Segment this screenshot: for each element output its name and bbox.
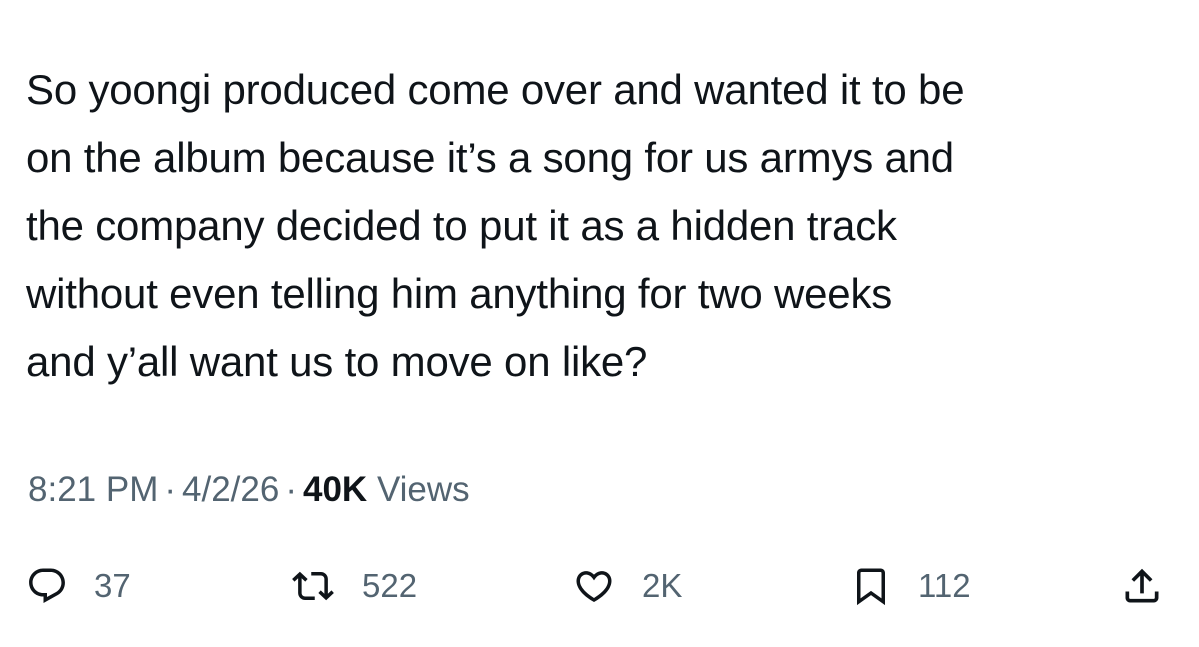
repost-count: 522 bbox=[362, 567, 418, 604]
repost-button[interactable]: 522 bbox=[290, 558, 417, 614]
share-button[interactable] bbox=[1120, 558, 1164, 614]
bookmark-icon bbox=[850, 564, 892, 608]
tweet-text-line: without even telling him anything for tw… bbox=[26, 270, 893, 317]
share-icon bbox=[1120, 564, 1164, 608]
tweet-text-line: So yoongi produced come over and wanted … bbox=[26, 66, 965, 113]
tweet-text-line: on the album because it’s a song for us … bbox=[26, 134, 954, 181]
tweet-text-line: the company decided to put it as a hidde… bbox=[26, 202, 897, 249]
views-label: Views bbox=[376, 470, 470, 509]
reply-count: 37 bbox=[94, 567, 131, 604]
bookmark-button[interactable]: 112 bbox=[850, 558, 971, 614]
meta-separator: · bbox=[285, 470, 297, 509]
views-count: 40K bbox=[302, 470, 368, 509]
heart-icon bbox=[572, 565, 616, 607]
repost-icon bbox=[290, 565, 336, 607]
tweet-timestamp[interactable]: 8:21 PM bbox=[28, 470, 158, 509]
tweet-date[interactable]: 4/2/26 bbox=[182, 470, 279, 509]
reply-icon bbox=[26, 565, 68, 607]
tweet-text-line: and y’all want us to move on like? bbox=[26, 338, 648, 385]
reply-button[interactable]: 37 bbox=[26, 558, 131, 614]
tweet-actions-bar: 37 522 2K 112 bbox=[0, 558, 1199, 614]
tweet-text: So yoongi produced come over and wanted … bbox=[26, 56, 1176, 396]
meta-separator: · bbox=[164, 470, 177, 509]
tweet-meta: 8:21 PM · 4/2/26 · 40K Views bbox=[28, 466, 470, 514]
bookmark-count: 112 bbox=[918, 567, 971, 604]
like-button[interactable]: 2K bbox=[572, 558, 682, 614]
like-count: 2K bbox=[642, 567, 683, 604]
